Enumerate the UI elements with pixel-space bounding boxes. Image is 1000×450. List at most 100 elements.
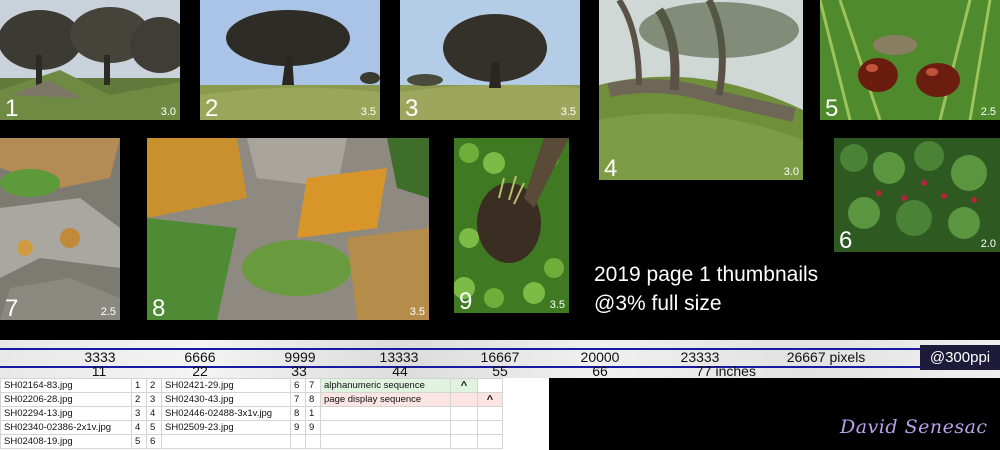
table-cell[interactable]: 1 bbox=[305, 406, 321, 421]
table-cell[interactable] bbox=[477, 420, 503, 435]
thumbnail-number: 8 bbox=[152, 295, 166, 321]
table-row: SH02206-28.jpg 2 3 SH02430-43.jpg 7 8 pa… bbox=[0, 392, 503, 407]
legend-display-cell[interactable]: page display sequence bbox=[320, 392, 451, 407]
table-cell[interactable]: 8 bbox=[305, 392, 321, 407]
table-row: SH02340-02386-2x1v.jpg 4 5 SH02509-23.jp… bbox=[0, 420, 503, 435]
thumbnail-8[interactable]: 8 3.5 bbox=[147, 138, 429, 320]
ruler-line-bottom bbox=[0, 366, 920, 368]
thumbnail-rating: 3.0 bbox=[783, 166, 799, 178]
caret-marker[interactable]: ^ bbox=[450, 378, 478, 393]
ruler-inch-label: 11 bbox=[91, 363, 107, 379]
tree-grove-photo-icon bbox=[0, 0, 180, 120]
table-cell[interactable]: 8 bbox=[290, 406, 306, 421]
thumbnail-2[interactable]: 2 3.5 bbox=[200, 0, 380, 120]
table-cell[interactable]: 5 bbox=[146, 420, 162, 435]
ruler-inch-label: 66 bbox=[592, 363, 608, 379]
thumbnail-rating: 3.0 bbox=[160, 106, 176, 118]
ruler-inch-label: 44 bbox=[392, 363, 408, 379]
table-cell[interactable] bbox=[320, 406, 451, 421]
thumbnail-rating: 2.0 bbox=[980, 238, 996, 250]
table-cell[interactable]: 3 bbox=[146, 392, 162, 407]
caret-marker[interactable]: ^ bbox=[477, 392, 503, 407]
table-cell[interactable]: 2 bbox=[146, 378, 162, 393]
table-cell[interactable] bbox=[290, 434, 306, 449]
table-cell[interactable]: 7 bbox=[305, 378, 321, 393]
oak-tree-photo-icon bbox=[200, 0, 380, 120]
thumbnail-3[interactable]: 3 3.5 bbox=[400, 0, 580, 120]
table-row: SH02408-19.jpg 5 6 bbox=[0, 434, 503, 449]
thumbnail-9[interactable]: 9 3.5 bbox=[454, 138, 569, 313]
clover-stump-photo-icon bbox=[454, 138, 569, 313]
table-cell[interactable] bbox=[477, 434, 503, 449]
ruler-pixel-label: 26667 pixels bbox=[786, 349, 866, 365]
thumbnail-rating: 3.5 bbox=[549, 299, 565, 311]
table-cell[interactable] bbox=[320, 434, 451, 449]
table-cell[interactable] bbox=[477, 406, 503, 421]
table-cell[interactable]: SH02430-43.jpg bbox=[161, 392, 291, 407]
table-cell[interactable] bbox=[305, 434, 321, 449]
table-cell[interactable]: 3 bbox=[131, 406, 147, 421]
table-cell[interactable]: SH02421-29.jpg bbox=[161, 378, 291, 393]
thumbnail-number: 1 bbox=[5, 95, 19, 121]
table-cell[interactable]: 4 bbox=[146, 406, 162, 421]
table-cell[interactable]: 7 bbox=[290, 392, 306, 407]
table-cell[interactable]: 1 bbox=[131, 378, 147, 393]
table-cell[interactable]: 4 bbox=[131, 420, 147, 435]
thumbnail-6[interactable]: 6 2.0 bbox=[834, 138, 1000, 252]
thumbnail-5[interactable]: 5 2.5 bbox=[820, 0, 1000, 120]
ruler-inch-label: 33 bbox=[291, 363, 307, 379]
page-caption: 2019 page 1 thumbnails @3% full size bbox=[594, 260, 818, 318]
table-cell[interactable]: 5 bbox=[131, 434, 147, 449]
berry-shrub-photo-icon bbox=[834, 138, 1000, 252]
table-cell[interactable] bbox=[161, 434, 291, 449]
thumbnail-number: 7 bbox=[5, 295, 19, 321]
thumbnail-rating: 2.5 bbox=[100, 306, 116, 318]
table-row: SH02294-13.jpg 3 4 SH02446-02488-3x1v.jp… bbox=[0, 406, 503, 421]
table-cell[interactable] bbox=[450, 434, 478, 449]
table-cell[interactable]: 6 bbox=[290, 378, 306, 393]
table-cell[interactable]: 9 bbox=[305, 420, 321, 435]
lichen-rock-photo-icon bbox=[0, 138, 120, 320]
table-cell[interactable]: SH02164-83.jpg bbox=[0, 378, 132, 393]
thumbnail-rating: 2.5 bbox=[980, 106, 996, 118]
thumbnail-rating: 3.5 bbox=[409, 306, 425, 318]
thumbnail-number: 9 bbox=[459, 288, 473, 314]
lichen-rock-photo-icon bbox=[147, 138, 429, 320]
table-cell[interactable] bbox=[450, 420, 478, 435]
table-cell[interactable]: SH02509-23.jpg bbox=[161, 420, 291, 435]
thumbnail-7[interactable]: 7 2.5 bbox=[0, 138, 120, 320]
table-cell[interactable]: 6 bbox=[146, 434, 162, 449]
table-cell[interactable] bbox=[320, 420, 451, 435]
ruler-inch-label: 22 bbox=[192, 363, 208, 379]
acorns-photo-icon bbox=[820, 0, 1000, 120]
sequence-spreadsheet[interactable]: SH02164-83.jpg 1 2 SH02421-29.jpg 6 7 al… bbox=[0, 378, 549, 450]
thumbnail-1[interactable]: 1 3.0 bbox=[0, 0, 180, 120]
thumbnail-number: 3 bbox=[405, 95, 419, 121]
thumbnail-number: 4 bbox=[604, 155, 618, 181]
legend-alphanumeric-cell[interactable]: alphanumeric sequence bbox=[320, 378, 451, 393]
thumbnail-rating: 3.5 bbox=[360, 106, 376, 118]
table-cell[interactable] bbox=[477, 378, 503, 393]
table-cell[interactable]: 2 bbox=[131, 392, 147, 407]
table-cell[interactable]: SH02294-13.jpg bbox=[0, 406, 132, 421]
table-cell[interactable]: SH02340-02386-2x1v.jpg bbox=[0, 420, 132, 435]
caption-subtitle: @3% full size bbox=[594, 292, 722, 315]
ruler-inch-label: 55 bbox=[492, 363, 508, 379]
sequence-table: SH02164-83.jpg 1 2 SH02421-29.jpg 6 7 al… bbox=[0, 378, 503, 449]
table-cell[interactable]: SH02206-28.jpg bbox=[0, 392, 132, 407]
twisted-oak-photo-icon bbox=[599, 0, 803, 180]
caption-title: 2019 page 1 thumbnails bbox=[594, 263, 819, 286]
ruler-inch-label: 77 inches bbox=[696, 363, 756, 379]
thumbnail-number: 2 bbox=[205, 95, 219, 121]
table-cell[interactable] bbox=[450, 392, 478, 407]
oak-tree-photo-icon bbox=[400, 0, 580, 120]
thumbnail-4[interactable]: 4 3.0 bbox=[599, 0, 803, 180]
table-cell[interactable] bbox=[450, 406, 478, 421]
ppi-badge: @300ppi bbox=[920, 345, 1000, 370]
thumbnail-rating: 3.5 bbox=[560, 106, 576, 118]
table-cell[interactable]: SH02408-19.jpg bbox=[0, 434, 132, 449]
table-cell[interactable]: SH02446-02488-3x1v.jpg bbox=[161, 406, 291, 421]
table-cell[interactable]: 9 bbox=[290, 420, 306, 435]
table-row: SH02164-83.jpg 1 2 SH02421-29.jpg 6 7 al… bbox=[0, 378, 503, 393]
thumbnail-number: 6 bbox=[839, 227, 853, 253]
